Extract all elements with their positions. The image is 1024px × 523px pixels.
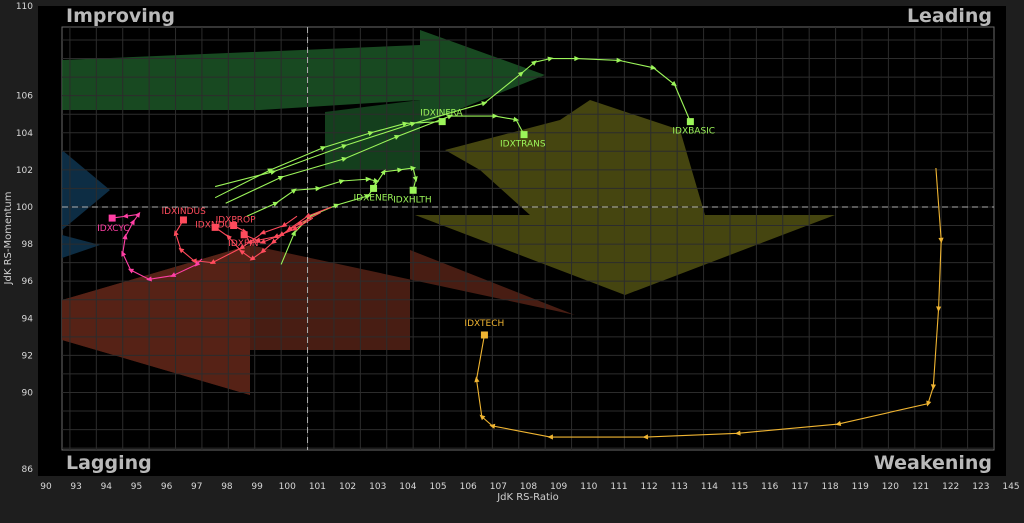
y-tick-label: 90 <box>22 388 34 398</box>
x-tick-label: 116 <box>761 482 778 492</box>
x-tick-label: 114 <box>701 482 718 492</box>
x-tick-label: 115 <box>731 482 748 492</box>
x-tick-label: 109 <box>550 482 567 492</box>
series-label: IDXENER <box>354 193 394 203</box>
x-tick-label: 120 <box>882 482 899 492</box>
current-point[interactable] <box>240 231 248 239</box>
x-tick-label: 113 <box>671 482 688 492</box>
series-label: IDXHLTH <box>393 195 432 205</box>
y-tick-label: 86 <box>22 465 34 475</box>
series-label: IDXCYC <box>97 224 130 234</box>
y-tick-label: 110 <box>16 2 33 12</box>
current-point[interactable] <box>686 118 694 126</box>
y-tick-label: 98 <box>22 240 34 250</box>
current-point[interactable] <box>179 216 187 224</box>
x-tick-label: 98 <box>221 482 233 492</box>
x-tick-label: 97 <box>191 482 202 492</box>
x-tick-label: 112 <box>641 482 658 492</box>
x-tick-label: 108 <box>520 482 537 492</box>
x-tick-label: 96 <box>161 482 173 492</box>
y-axis-ticks: 86 90 92 94 96 98 100 102 104 106 110 <box>16 2 33 475</box>
x-axis-ticks: 90 93 94 95 96 97 98 99 100 101 102 103 104 105 106 107… <box>40 482 1019 492</box>
x-tick-label: 95 <box>131 482 142 492</box>
x-tick-label: 90 <box>40 482 52 492</box>
series-label: IDXTECH <box>464 319 504 329</box>
y-tick-label: 106 <box>16 92 33 102</box>
series-label: IDXTRANS <box>500 140 546 150</box>
x-tick-label: 106 <box>460 482 477 492</box>
series-label: IDXFIN <box>228 239 258 249</box>
x-tick-label: 110 <box>580 482 597 492</box>
x-tick-label: 111 <box>610 482 627 492</box>
current-point[interactable] <box>520 131 528 139</box>
y-tick-label: 100 <box>16 203 33 213</box>
current-point[interactable] <box>108 214 116 222</box>
x-tick-label: 123 <box>972 482 989 492</box>
quadrant-improving: Improving <box>66 5 175 27</box>
rrg-plot: IDXBASIC IDXINFRA IDXTRANS IDXENER IDXHLTH ID… <box>3 2 1020 503</box>
y-tick-label: 96 <box>22 277 34 287</box>
series-label: IDXINFRA <box>420 109 463 119</box>
y-axis-label: JdK RS-Momentum <box>3 192 14 286</box>
x-tick-label: 101 <box>309 482 326 492</box>
x-tick-label: 102 <box>339 482 356 492</box>
y-tick-label: 102 <box>16 166 33 176</box>
series-label: IDXPROP <box>216 216 257 226</box>
y-tick-label: 94 <box>22 314 34 324</box>
x-axis-label: JdK RS-Ratio <box>496 492 559 503</box>
series-label: IDXBASIC <box>672 127 715 137</box>
x-tick-label: 121 <box>912 482 929 492</box>
x-tick-label: 107 <box>490 482 507 492</box>
x-tick-label: 122 <box>942 482 959 492</box>
x-tick-label: 93 <box>70 482 81 492</box>
x-tick-label: 100 <box>279 482 296 492</box>
current-point[interactable] <box>480 331 488 339</box>
y-tick-label: 92 <box>22 351 33 361</box>
rrg-chart: IDXBASIC IDXINFRA IDXTRANS IDXENER IDXHLTH ID… <box>0 0 1024 518</box>
x-tick-label: 103 <box>369 482 386 492</box>
x-tick-label: 118 <box>821 482 838 492</box>
x-tick-label: 104 <box>399 482 416 492</box>
current-point[interactable] <box>409 186 417 194</box>
x-tick-label: 145 <box>1002 482 1019 492</box>
series-label: IDXINDUS <box>161 207 206 217</box>
quadrant-leading: Leading <box>907 5 992 27</box>
x-tick-label: 117 <box>791 482 808 492</box>
quadrant-weakening: Weakening <box>874 452 992 474</box>
arrow-improving-down <box>325 100 420 170</box>
x-tick-label: 94 <box>101 482 113 492</box>
y-tick-label: 104 <box>16 129 33 139</box>
quadrant-lagging: Lagging <box>66 452 152 474</box>
x-tick-label: 119 <box>852 482 869 492</box>
x-tick-label: 105 <box>429 482 446 492</box>
x-tick-label: 99 <box>251 482 263 492</box>
